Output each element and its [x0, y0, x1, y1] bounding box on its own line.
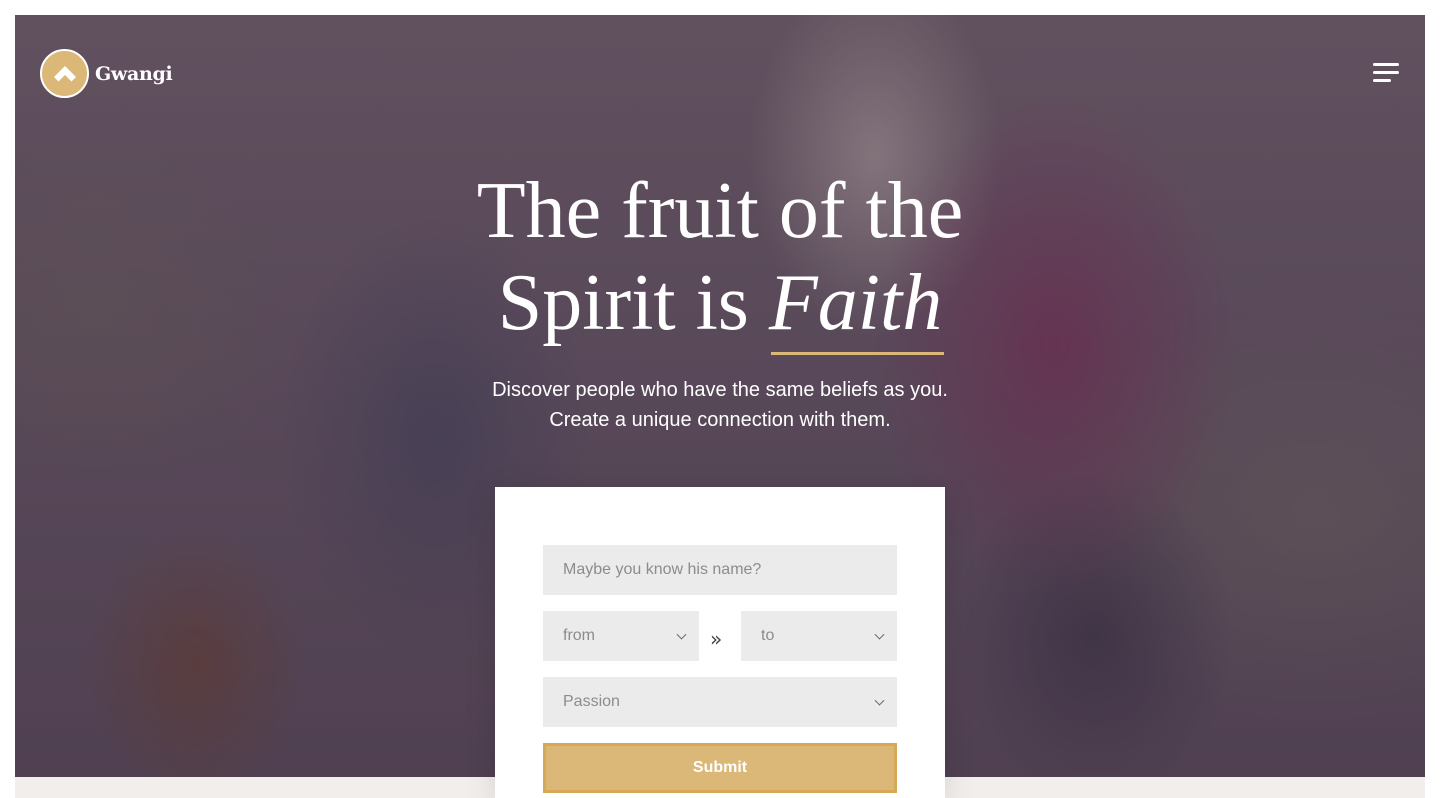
chevron-down-icon [874, 629, 885, 640]
headline-line-1: The fruit of the [476, 167, 964, 255]
passion-select[interactable]: Passion [543, 677, 897, 727]
subtitle-line-2: Create a unique connection with them. [549, 409, 891, 431]
headline-accent-word: Faith [768, 259, 945, 355]
age-from-select[interactable]: from [543, 611, 699, 661]
age-from-value: from [563, 627, 595, 644]
logo-text: Gwangi [95, 62, 173, 85]
member-search-form: from » to Passion Submit [495, 487, 945, 798]
headline-line-2-prefix: Spirit is [497, 259, 749, 347]
chevron-up-icon [40, 49, 89, 98]
subtitle-line-1: Discover people who have the same belief… [492, 379, 948, 401]
hamburger-menu-icon[interactable] [1373, 63, 1401, 83]
chevron-down-icon [676, 629, 687, 640]
passion-value: Passion [563, 693, 620, 710]
age-to-value: to [761, 627, 775, 644]
age-to-select[interactable]: to [741, 611, 897, 661]
hero-headline: The fruit of the Spirit is Faith [0, 165, 1440, 355]
hero-subtitle: Discover people who have the same belief… [0, 375, 1440, 435]
range-separator-icon: » [710, 627, 723, 651]
submit-button[interactable]: Submit [543, 743, 897, 793]
site-logo[interactable]: Gwangi [40, 49, 173, 98]
chevron-down-icon [874, 695, 885, 706]
name-search-input[interactable] [563, 561, 897, 579]
name-search-field[interactable] [543, 545, 897, 595]
